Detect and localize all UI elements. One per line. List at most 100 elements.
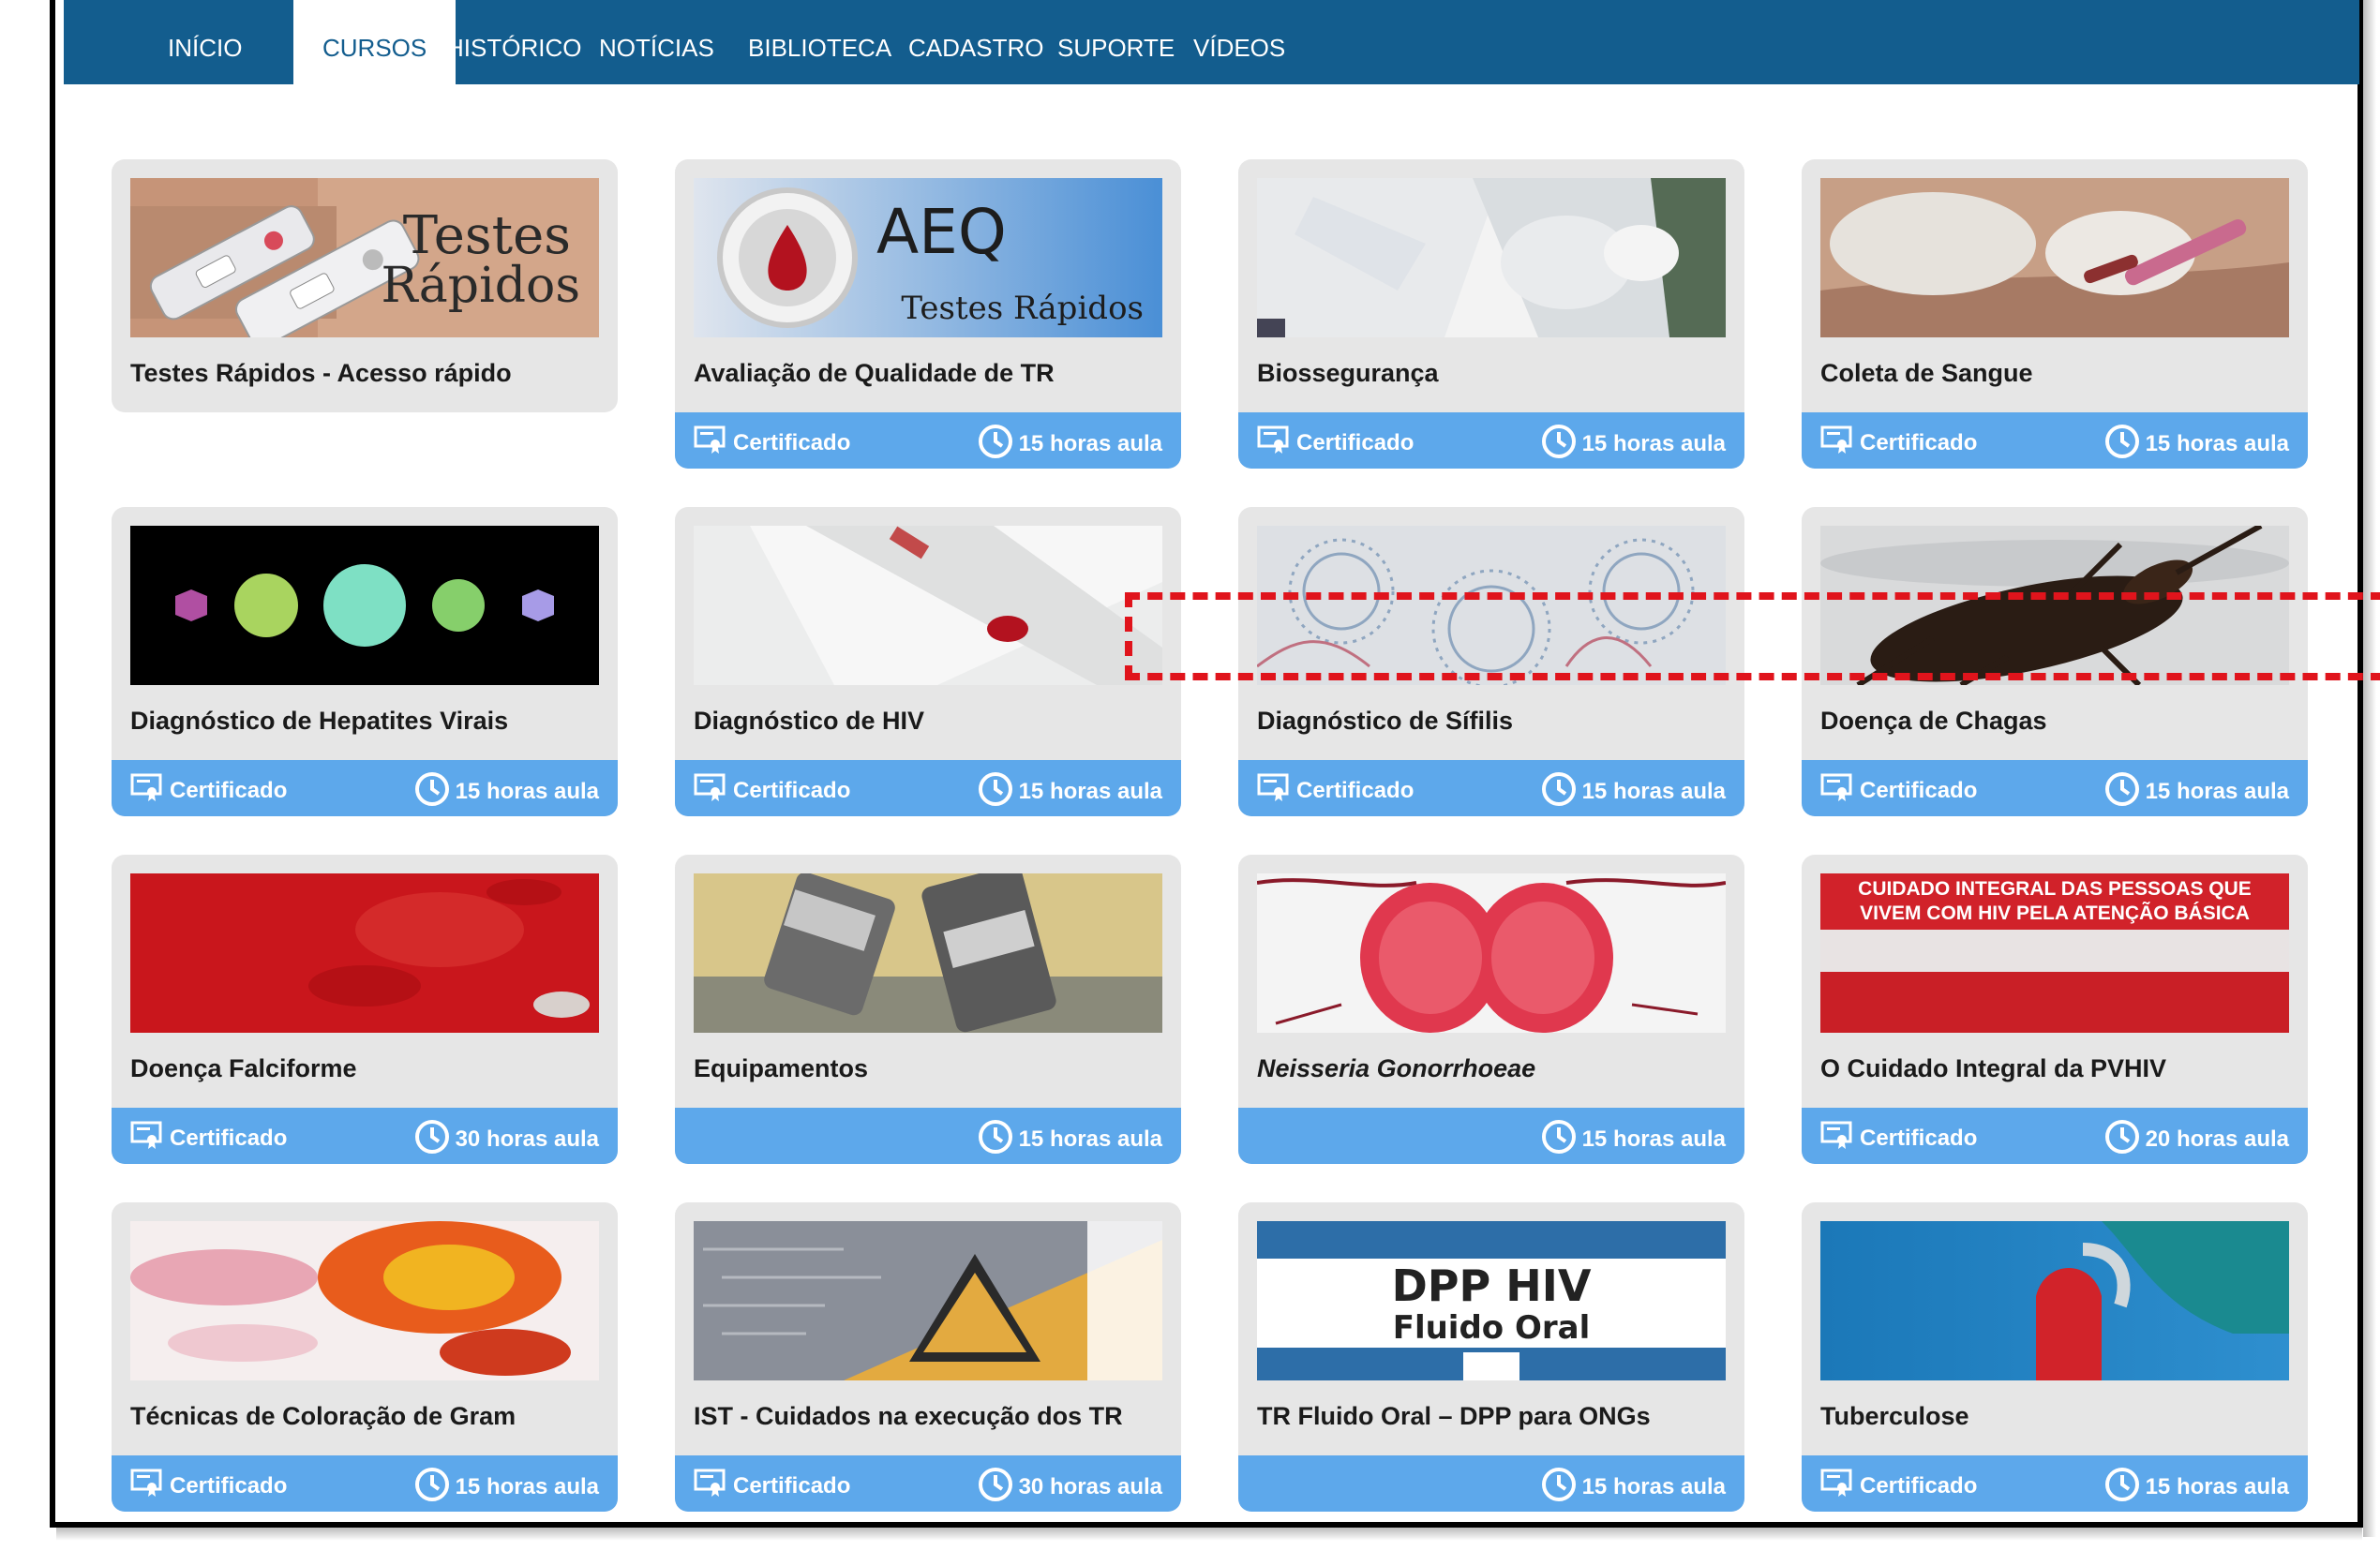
clock-icon: [978, 1120, 1012, 1154]
course-card-tuberculose[interactable]: Tuberculose Certificado 15 horas aula: [1802, 1202, 2308, 1512]
tab-videos[interactable]: VÍDEOS: [1164, 0, 1314, 84]
clock-icon: [1541, 1120, 1576, 1154]
certificate-icon: [1820, 425, 1852, 454]
clock-icon: [414, 772, 449, 806]
course-info-bar: Certificado 15 horas aula: [675, 760, 1181, 816]
hours-label: 15 horas aula: [1541, 1467, 1726, 1502]
course-card-gram[interactable]: Técnicas de Coloração de Gram Certificad…: [112, 1202, 618, 1512]
course-title[interactable]: IST - Cuidados na execução dos TR: [694, 1402, 1123, 1431]
course-thumbnail[interactable]: [694, 873, 1162, 1033]
hours-label: 15 horas aula: [2104, 424, 2289, 459]
course-thumbnail[interactable]: [694, 1221, 1162, 1380]
clock-icon: [414, 1468, 449, 1501]
clock-icon: [2104, 425, 2139, 458]
course-card-falciforme[interactable]: Doença Falciforme Certificado 30 horas a…: [112, 855, 618, 1164]
course-card-coleta-sangue[interactable]: Coleta de Sangue Certificado 15 horas au…: [1802, 159, 2308, 469]
hours-label: 15 horas aula: [414, 1467, 599, 1502]
course-title[interactable]: Doença Falciforme: [130, 1054, 357, 1083]
course-card-testes-rapidos[interactable]: Testes Rápidos Testes Rápidos - Acesso r…: [112, 159, 618, 412]
thumb-text-line1: CUIDADO INTEGRAL DAS PESSOAS QUE: [1858, 878, 2252, 900]
course-thumbnail[interactable]: DPP HIV Fluido Oral: [1257, 1221, 1726, 1380]
certificate-icon: [1257, 773, 1289, 801]
course-card-dpp[interactable]: DPP HIV Fluido Oral TR Fluido Oral – DPP…: [1238, 1202, 1744, 1512]
frame-shadow: [56, 1528, 2362, 1541]
course-title[interactable]: O Cuidado Integral da PVHIV: [1820, 1054, 2166, 1083]
hours-label: 15 horas aula: [1541, 424, 1726, 459]
course-info-bar: Certificado 15 horas aula: [1238, 760, 1744, 816]
course-title[interactable]: Tuberculose: [1820, 1402, 1969, 1431]
clock-icon: [2104, 772, 2139, 806]
certificate-label: Certificado: [1257, 773, 1414, 804]
tab-noticias[interactable]: NOTÍCIAS: [570, 0, 743, 84]
course-thumbnail[interactable]: [1257, 873, 1726, 1033]
clock-icon: [2104, 1120, 2139, 1154]
course-card-gonorrhoeae[interactable]: Neisseria Gonorrhoeae 15 horas aula: [1238, 855, 1744, 1164]
certificate-icon: [1820, 1469, 1852, 1497]
course-title[interactable]: Testes Rápidos - Acesso rápido: [130, 359, 512, 388]
course-title[interactable]: Neisseria Gonorrhoeae: [1257, 1054, 1535, 1083]
course-thumbnail[interactable]: [1820, 178, 2289, 337]
course-title[interactable]: Doença de Chagas: [1820, 707, 2047, 736]
course-info-bar: Certificado 15 horas aula: [112, 760, 618, 816]
certificate-label: Certificado: [694, 773, 850, 804]
course-thumbnail[interactable]: [130, 526, 599, 685]
certificate-icon: [130, 773, 162, 801]
certificate-icon: [694, 773, 726, 801]
course-thumbnail[interactable]: CUIDADO INTEGRAL DAS PESSOAS QUE VIVEM C…: [1820, 873, 2289, 1033]
course-thumbnail[interactable]: [130, 1221, 599, 1380]
course-title[interactable]: TR Fluido Oral – DPP para ONGs: [1257, 1402, 1651, 1431]
certificate-icon: [130, 1121, 162, 1149]
hours-label: 15 horas aula: [978, 424, 1162, 459]
clock-icon: [2104, 1468, 2139, 1501]
certificate-icon: [1820, 1121, 1852, 1149]
certificate-label: Certificado: [130, 1121, 287, 1152]
hours-label: 15 horas aula: [978, 1119, 1162, 1155]
course-title[interactable]: Coleta de Sangue: [1820, 359, 2033, 388]
course-card-equipamentos[interactable]: Equipamentos 15 horas aula: [675, 855, 1181, 1164]
certificate-label: Certificado: [130, 773, 287, 804]
course-card-hiv[interactable]: Diagnóstico de HIV Certificado 15 horas …: [675, 507, 1181, 816]
clock-icon: [978, 1468, 1012, 1501]
course-title[interactable]: Diagnóstico de Sífilis: [1257, 707, 1513, 736]
course-info-bar: Certificado 20 horas aula: [1802, 1108, 2308, 1164]
course-info-bar: 15 horas aula: [1238, 1108, 1744, 1164]
thumb-text-line2: Fluido Oral: [1393, 1309, 1591, 1347]
certificate-label: Certificado: [1820, 425, 1977, 456]
course-info-bar: Certificado 30 horas aula: [112, 1108, 618, 1164]
course-info-bar: Certificado 15 horas aula: [112, 1455, 618, 1512]
course-card-hepatites[interactable]: Diagnóstico de Hepatites Virais Certific…: [112, 507, 618, 816]
course-title[interactable]: Biossegurança: [1257, 359, 1439, 388]
frame-shadow-right: [2363, 0, 2376, 1537]
thumb-text-line1: DPP HIV: [1392, 1260, 1592, 1311]
course-info-bar: Certificado 15 horas aula: [1802, 760, 2308, 816]
course-card-aeq[interactable]: AEQ Testes Rápidos Avaliação de Qualidad…: [675, 159, 1181, 469]
course-thumbnail[interactable]: [1820, 1221, 2289, 1380]
course-card-pvhiv[interactable]: CUIDADO INTEGRAL DAS PESSOAS QUE VIVEM C…: [1802, 855, 2308, 1164]
course-thumbnail[interactable]: [130, 873, 599, 1033]
course-title[interactable]: Diagnóstico de HIV: [694, 707, 924, 736]
course-title[interactable]: Avaliação de Qualidade de TR: [694, 359, 1055, 388]
course-thumbnail[interactable]: [1257, 178, 1726, 337]
hours-label: 15 horas aula: [978, 771, 1162, 807]
course-title[interactable]: Técnicas de Coloração de Gram: [130, 1402, 516, 1431]
course-thumbnail[interactable]: AEQ Testes Rápidos: [694, 178, 1162, 337]
tab-inicio[interactable]: INÍCIO: [139, 0, 271, 84]
course-info-bar: Certificado 15 horas aula: [675, 412, 1181, 469]
hours-label: 15 horas aula: [1541, 1119, 1726, 1155]
hours-label: 20 horas aula: [2104, 1119, 2289, 1155]
certificate-icon: [694, 425, 726, 454]
certificate-icon: [130, 1469, 162, 1497]
certificate-label: Certificado: [1820, 1121, 1977, 1152]
course-title[interactable]: Diagnóstico de Hepatites Virais: [130, 707, 508, 736]
certificate-label: Certificado: [694, 1469, 850, 1499]
course-info-bar: 15 horas aula: [1238, 1455, 1744, 1512]
hours-label: 30 horas aula: [414, 1119, 599, 1155]
course-card-ist[interactable]: IST - Cuidados na execução dos TR Certif…: [675, 1202, 1181, 1512]
clock-icon: [1541, 772, 1576, 806]
course-thumbnail[interactable]: [694, 526, 1162, 685]
course-thumbnail[interactable]: Testes Rápidos: [130, 178, 599, 337]
hours-label: 15 horas aula: [414, 771, 599, 807]
course-title[interactable]: Equipamentos: [694, 1054, 868, 1083]
course-card-biosseguranca[interactable]: Biossegurança Certificado 15 horas aula: [1238, 159, 1744, 469]
course-info-bar: Certificado 30 horas aula: [675, 1455, 1181, 1512]
